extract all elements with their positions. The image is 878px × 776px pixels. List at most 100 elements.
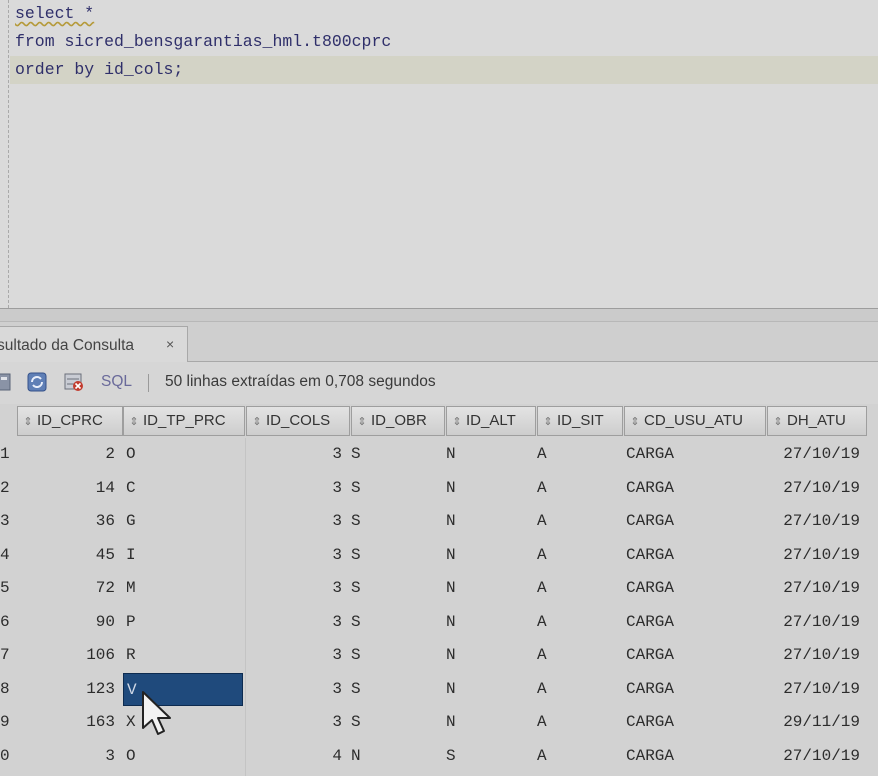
table-row[interactable]: 1 2 O 3 S N A CARGA 27/10/19 — [0, 438, 878, 472]
grid-cell[interactable]: 27/10/19 — [767, 539, 863, 572]
row-number[interactable]: 2 — [0, 472, 16, 505]
grid-cell[interactable]: C — [123, 472, 243, 505]
pane-splitter[interactable] — [0, 308, 878, 322]
tab-query-result[interactable]: sultado da Consulta × — [0, 326, 188, 362]
grid-cell[interactable]: M — [123, 572, 243, 605]
grid-cell[interactable]: 27/10/19 — [767, 472, 863, 505]
grid-cell[interactable]: 4 — [246, 740, 345, 773]
grid-cell[interactable]: S — [351, 472, 441, 505]
grid-cell[interactable]: 27/10/19 — [767, 505, 863, 538]
grid-cell[interactable]: 27/10/19 — [767, 572, 863, 605]
grid-cell[interactable]: CARGA — [626, 639, 766, 672]
grid-cell[interactable]: CARGA — [626, 706, 766, 739]
grid-cell[interactable]: 3 — [20, 740, 118, 773]
grid-cell[interactable]: A — [537, 472, 623, 505]
grid-cell[interactable]: N — [446, 539, 534, 572]
grid-cell[interactable]: A — [537, 673, 623, 706]
grid-cell[interactable]: S — [351, 572, 441, 605]
grid-cell[interactable]: P — [123, 606, 243, 639]
grid-cell[interactable]: CARGA — [626, 472, 766, 505]
grid-cell[interactable]: N — [446, 572, 534, 605]
grid-cell[interactable]: 36 — [20, 505, 118, 538]
refresh-icon[interactable] — [26, 371, 48, 393]
table-row[interactable]: 7 106 R 3 S N A CARGA 27/10/19 — [0, 639, 878, 673]
row-number[interactable]: 8 — [0, 673, 16, 706]
grid-cell[interactable]: I — [123, 539, 243, 572]
grid-cell[interactable]: 3 — [246, 606, 345, 639]
grid-cell[interactable]: 3 — [246, 706, 345, 739]
grid-cell[interactable]: S — [351, 639, 441, 672]
grid-cell[interactable]: 27/10/19 — [767, 740, 863, 773]
grid-cell[interactable]: S — [351, 539, 441, 572]
grid-cell[interactable]: N — [446, 706, 534, 739]
grid-cell[interactable]: 3 — [246, 539, 345, 572]
grid-cell[interactable]: 27/10/19 — [767, 438, 863, 471]
grid-cell[interactable]: 106 — [20, 639, 118, 672]
grid-cell[interactable]: O — [123, 740, 243, 773]
table-row[interactable]: 6 90 P 3 S N A CARGA 27/10/19 — [0, 606, 878, 640]
grid-cell[interactable]: O — [123, 438, 243, 471]
sql-editor[interactable]: select * from sicred_bensgarantias_hml.t… — [0, 0, 878, 308]
grid-cell[interactable]: N — [351, 740, 441, 773]
grid-cell[interactable]: A — [537, 639, 623, 672]
grid-cell[interactable]: 3 — [246, 472, 345, 505]
column-header[interactable]: ⇕ ID_COLS — [246, 406, 350, 436]
code-line-3[interactable]: order by id_cols; — [10, 56, 878, 84]
grid-cell[interactable]: N — [446, 673, 534, 706]
grid-cell[interactable]: 2 — [20, 438, 118, 471]
code-line-2[interactable]: from sicred_bensgarantias_hml.t800cprc — [15, 28, 875, 56]
row-number[interactable]: 3 — [0, 505, 16, 538]
grid-cell[interactable]: A — [537, 539, 623, 572]
grid-cell[interactable]: CARGA — [626, 673, 766, 706]
column-header[interactable]: ⇕ ID_CPRC — [17, 406, 123, 436]
grid-cell[interactable]: 3 — [246, 673, 345, 706]
grid-cell[interactable]: N — [446, 438, 534, 471]
grid-cell[interactable]: N — [446, 472, 534, 505]
grid-cell[interactable]: 27/10/19 — [767, 606, 863, 639]
grid-cell[interactable]: 27/10/19 — [767, 639, 863, 672]
table-row[interactable]: 4 45 I 3 S N A CARGA 27/10/19 — [0, 539, 878, 573]
grid-cell[interactable]: A — [537, 740, 623, 773]
grid-cell[interactable]: S — [351, 438, 441, 471]
delete-icon[interactable] — [63, 371, 85, 393]
grid-cell[interactable]: S — [351, 706, 441, 739]
row-number[interactable]: 9 — [0, 706, 16, 739]
table-row[interactable]: 8 123 V 3 S N A CARGA 27/10/19 — [0, 672, 878, 707]
grid-cell[interactable]: CARGA — [626, 438, 766, 471]
row-number[interactable]: 7 — [0, 639, 16, 672]
column-header[interactable]: ⇕ CD_USU_ATU — [624, 406, 766, 436]
column-header[interactable]: ⇕ ID_ALT — [446, 406, 536, 436]
grid-cell[interactable]: CARGA — [626, 539, 766, 572]
grid-cell[interactable]: S — [351, 606, 441, 639]
table-row[interactable]: 2 14 C 3 S N A CARGA 27/10/19 — [0, 472, 878, 506]
column-header[interactable]: ⇕ ID_SIT — [537, 406, 623, 436]
grid-cell[interactable]: CARGA — [626, 606, 766, 639]
grid-cell[interactable]: 3 — [246, 639, 345, 672]
grid-cell[interactable]: 3 — [246, 572, 345, 605]
row-number[interactable]: 0 — [0, 740, 16, 773]
grid-cell[interactable]: 27/10/19 — [767, 673, 863, 706]
row-number[interactable]: 4 — [0, 539, 16, 572]
grid-cell[interactable]: 163 — [20, 706, 118, 739]
table-row[interactable]: 3 36 G 3 S N A CARGA 27/10/19 — [0, 505, 878, 539]
sql-button[interactable]: SQL — [101, 373, 132, 391]
grid-cell[interactable]: A — [537, 438, 623, 471]
grid-cell[interactable]: CARGA — [626, 572, 766, 605]
grid-cell[interactable]: CARGA — [626, 740, 766, 773]
grid-cell[interactable]: R — [123, 639, 243, 672]
table-row[interactable]: 0 3 O 4 N S A CARGA 27/10/19 — [0, 740, 878, 774]
grid-cell[interactable]: A — [537, 572, 623, 605]
grid-cell[interactable]: 72 — [20, 572, 118, 605]
column-header[interactable]: ⇕ ID_OBR — [351, 406, 445, 436]
result-grid[interactable]: ⇕ ID_CPRC ⇕ ID_TP_PRC ⇕ ID_COLS ⇕ ID_OBR ⇕ ID… — [0, 404, 878, 776]
grid-cell[interactable]: S — [351, 673, 441, 706]
grid-cell[interactable]: S — [446, 740, 534, 773]
table-row[interactable]: 9 163 X 3 S N A CARGA 29/11/19 — [0, 706, 878, 740]
grid-cell[interactable]: A — [537, 505, 623, 538]
close-icon[interactable]: × — [166, 327, 174, 361]
row-number[interactable]: 5 — [0, 572, 16, 605]
column-header[interactable]: ⇕ ID_TP_PRC — [123, 406, 245, 436]
table-row[interactable]: 5 72 M 3 S N A CARGA 27/10/19 — [0, 572, 878, 606]
row-number[interactable]: 1 — [0, 438, 16, 471]
row-number[interactable]: 6 — [0, 606, 16, 639]
